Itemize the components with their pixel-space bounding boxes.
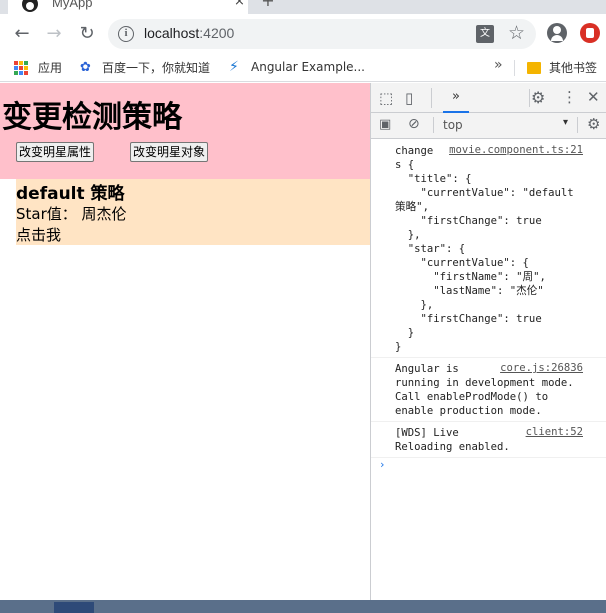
more-options-icon[interactable]: ⋮: [562, 88, 577, 106]
console-line: 策略",: [395, 201, 429, 213]
close-devtools-icon[interactable]: ✕: [587, 88, 600, 106]
console-line: "currentValue": "default: [395, 187, 574, 199]
bookmarks-bar: 应用 ✿ 百度一下，你就知道 ⚡ Angular Example... » 其他…: [0, 54, 606, 82]
star-value-line: Star值： 周杰伦: [16, 203, 127, 224]
baidu-paw-icon: ✿: [80, 59, 91, 75]
taskbar-item[interactable]: [54, 602, 94, 613]
bookmark-angular-label: Angular Example...: [251, 60, 365, 74]
clear-console-icon[interactable]: ⊘: [408, 116, 420, 132]
apps-grid-icon: [14, 60, 28, 75]
toolbar-divider-2: [529, 89, 530, 107]
bookmark-baidu-label: 百度一下，你就知道: [102, 61, 211, 75]
translate-icon[interactable]: 文: [476, 25, 494, 43]
devtools-panel: ⬚ ▯ » ⚙ ⋮ ✕ ▣ ⊘ top ▾ ⚙ movie.component.…: [370, 83, 606, 600]
console-line: "firstChange": true: [395, 313, 542, 325]
tab-title: MyApp: [52, 0, 93, 10]
address-bar[interactable]: i localhost:4200 文 ☆: [108, 19, 536, 49]
browser-tab[interactable]: MyApp ×: [8, 0, 248, 14]
console-toolbar: ▣ ⊘ top ▾ ⚙: [371, 113, 606, 139]
console-line: }: [395, 341, 402, 353]
console-source-link[interactable]: client:52: [526, 426, 583, 438]
star-label: Star值：: [16, 205, 77, 223]
back-button[interactable]: ←: [10, 22, 34, 46]
console-message: movie.component.ts:21 change s { "title": …: [371, 140, 606, 358]
device-toggle-icon[interactable]: ▯: [405, 89, 413, 107]
reload-button[interactable]: ↻: [75, 22, 99, 46]
console-message: core.js:26836 Angular is running in develo…: [371, 358, 606, 422]
devtools-main-toolbar: ⬚ ▯ » ⚙ ⋮ ✕: [371, 83, 606, 113]
browser-toolbar: ← → ↻ i localhost:4200 文 ☆: [0, 14, 606, 54]
console-line: "currentValue": {: [395, 257, 529, 269]
movie-component-panel: default 策略 Star值： 周杰伦 点击我: [16, 179, 370, 245]
console-line: "firstName": "周",: [395, 271, 546, 283]
bookmark-baidu[interactable]: ✿ 百度一下，你就知道: [80, 59, 210, 76]
console-source-link[interactable]: core.js:26836: [500, 362, 583, 374]
toolbar-divider: [431, 88, 432, 108]
console-output: movie.component.ts:21 change s { "title": …: [371, 140, 606, 472]
console-prompt[interactable]: ›: [371, 458, 606, 472]
change-star-object-button[interactable]: 改变明星对象: [130, 142, 209, 162]
tab-strip: MyApp × +: [0, 0, 606, 14]
bookmark-apps-label: 应用: [38, 61, 63, 75]
url-port: :4200: [199, 25, 235, 41]
page-viewport: 变更检测策略 改变明星属性 改变明星对象 default 策略 Star值： 周…: [0, 83, 370, 600]
bookmark-apps[interactable]: 应用: [14, 59, 62, 76]
bookmark-star-icon[interactable]: ☆: [508, 22, 525, 44]
profile-avatar-icon[interactable]: [547, 23, 567, 43]
console-line: running in development mode.: [395, 377, 574, 389]
new-tab-button[interactable]: +: [258, 0, 278, 9]
console-line: "firstChange": true: [395, 215, 542, 227]
console-settings-icon[interactable]: ⚙: [587, 115, 600, 133]
sidebar-toggle-icon[interactable]: ▣: [379, 117, 391, 132]
console-source-link[interactable]: movie.component.ts:21: [449, 144, 583, 156]
strategy-heading: default 策略: [16, 184, 125, 204]
console-line: Reloading enabled.: [395, 441, 510, 453]
toolbar-divider-4: [577, 117, 578, 133]
console-line: "title": {: [395, 173, 472, 185]
app-root-panel: 变更检测策略 改变明星属性 改变明星对象: [0, 83, 370, 179]
bookmarks-overflow-icon[interactable]: »: [494, 57, 503, 73]
url-text[interactable]: localhost:4200: [144, 25, 234, 41]
extension-icon[interactable]: [580, 23, 600, 43]
inspect-element-icon[interactable]: ⬚: [379, 89, 393, 107]
toolbar-divider-3: [433, 117, 434, 133]
console-line: "lastName": "杰伦": [395, 285, 544, 297]
star-value: 周杰伦: [81, 205, 127, 223]
context-selector[interactable]: top: [443, 118, 463, 132]
os-taskbar: [0, 600, 606, 613]
console-line: "star": {: [395, 243, 466, 255]
forward-button[interactable]: →: [42, 22, 66, 46]
tab-close-icon[interactable]: ×: [234, 0, 245, 9]
bookmark-other-folder[interactable]: 其他书签: [527, 59, 597, 76]
bookmark-angular[interactable]: ⚡ Angular Example...: [229, 59, 365, 75]
console-message: client:52 [WDS] Live Reloading enabled.: [371, 422, 606, 458]
console-line: },: [395, 229, 421, 241]
folder-icon: [527, 61, 541, 74]
site-info-icon[interactable]: i: [118, 26, 134, 42]
url-host: localhost: [144, 25, 200, 41]
lightning-icon: ⚡: [229, 59, 239, 75]
bookmarks-divider: [514, 60, 515, 76]
page-title: 变更检测策略: [2, 100, 182, 135]
console-line: s {: [395, 159, 415, 171]
devtools-more-tabs[interactable]: »: [443, 83, 469, 113]
change-star-property-button[interactable]: 改变明星属性: [16, 142, 95, 162]
angular-favicon-icon: [22, 0, 38, 12]
console-line: Call enableProdMode() to: [395, 391, 549, 403]
console-line: enable production mode.: [395, 405, 542, 417]
console-line: },: [395, 299, 434, 311]
console-line: }: [395, 327, 415, 339]
click-me-text[interactable]: 点击我: [16, 224, 61, 245]
context-dropdown-icon[interactable]: ▾: [563, 117, 568, 128]
bookmark-other-label: 其他书签: [549, 61, 598, 75]
settings-gear-icon[interactable]: ⚙: [531, 88, 545, 107]
